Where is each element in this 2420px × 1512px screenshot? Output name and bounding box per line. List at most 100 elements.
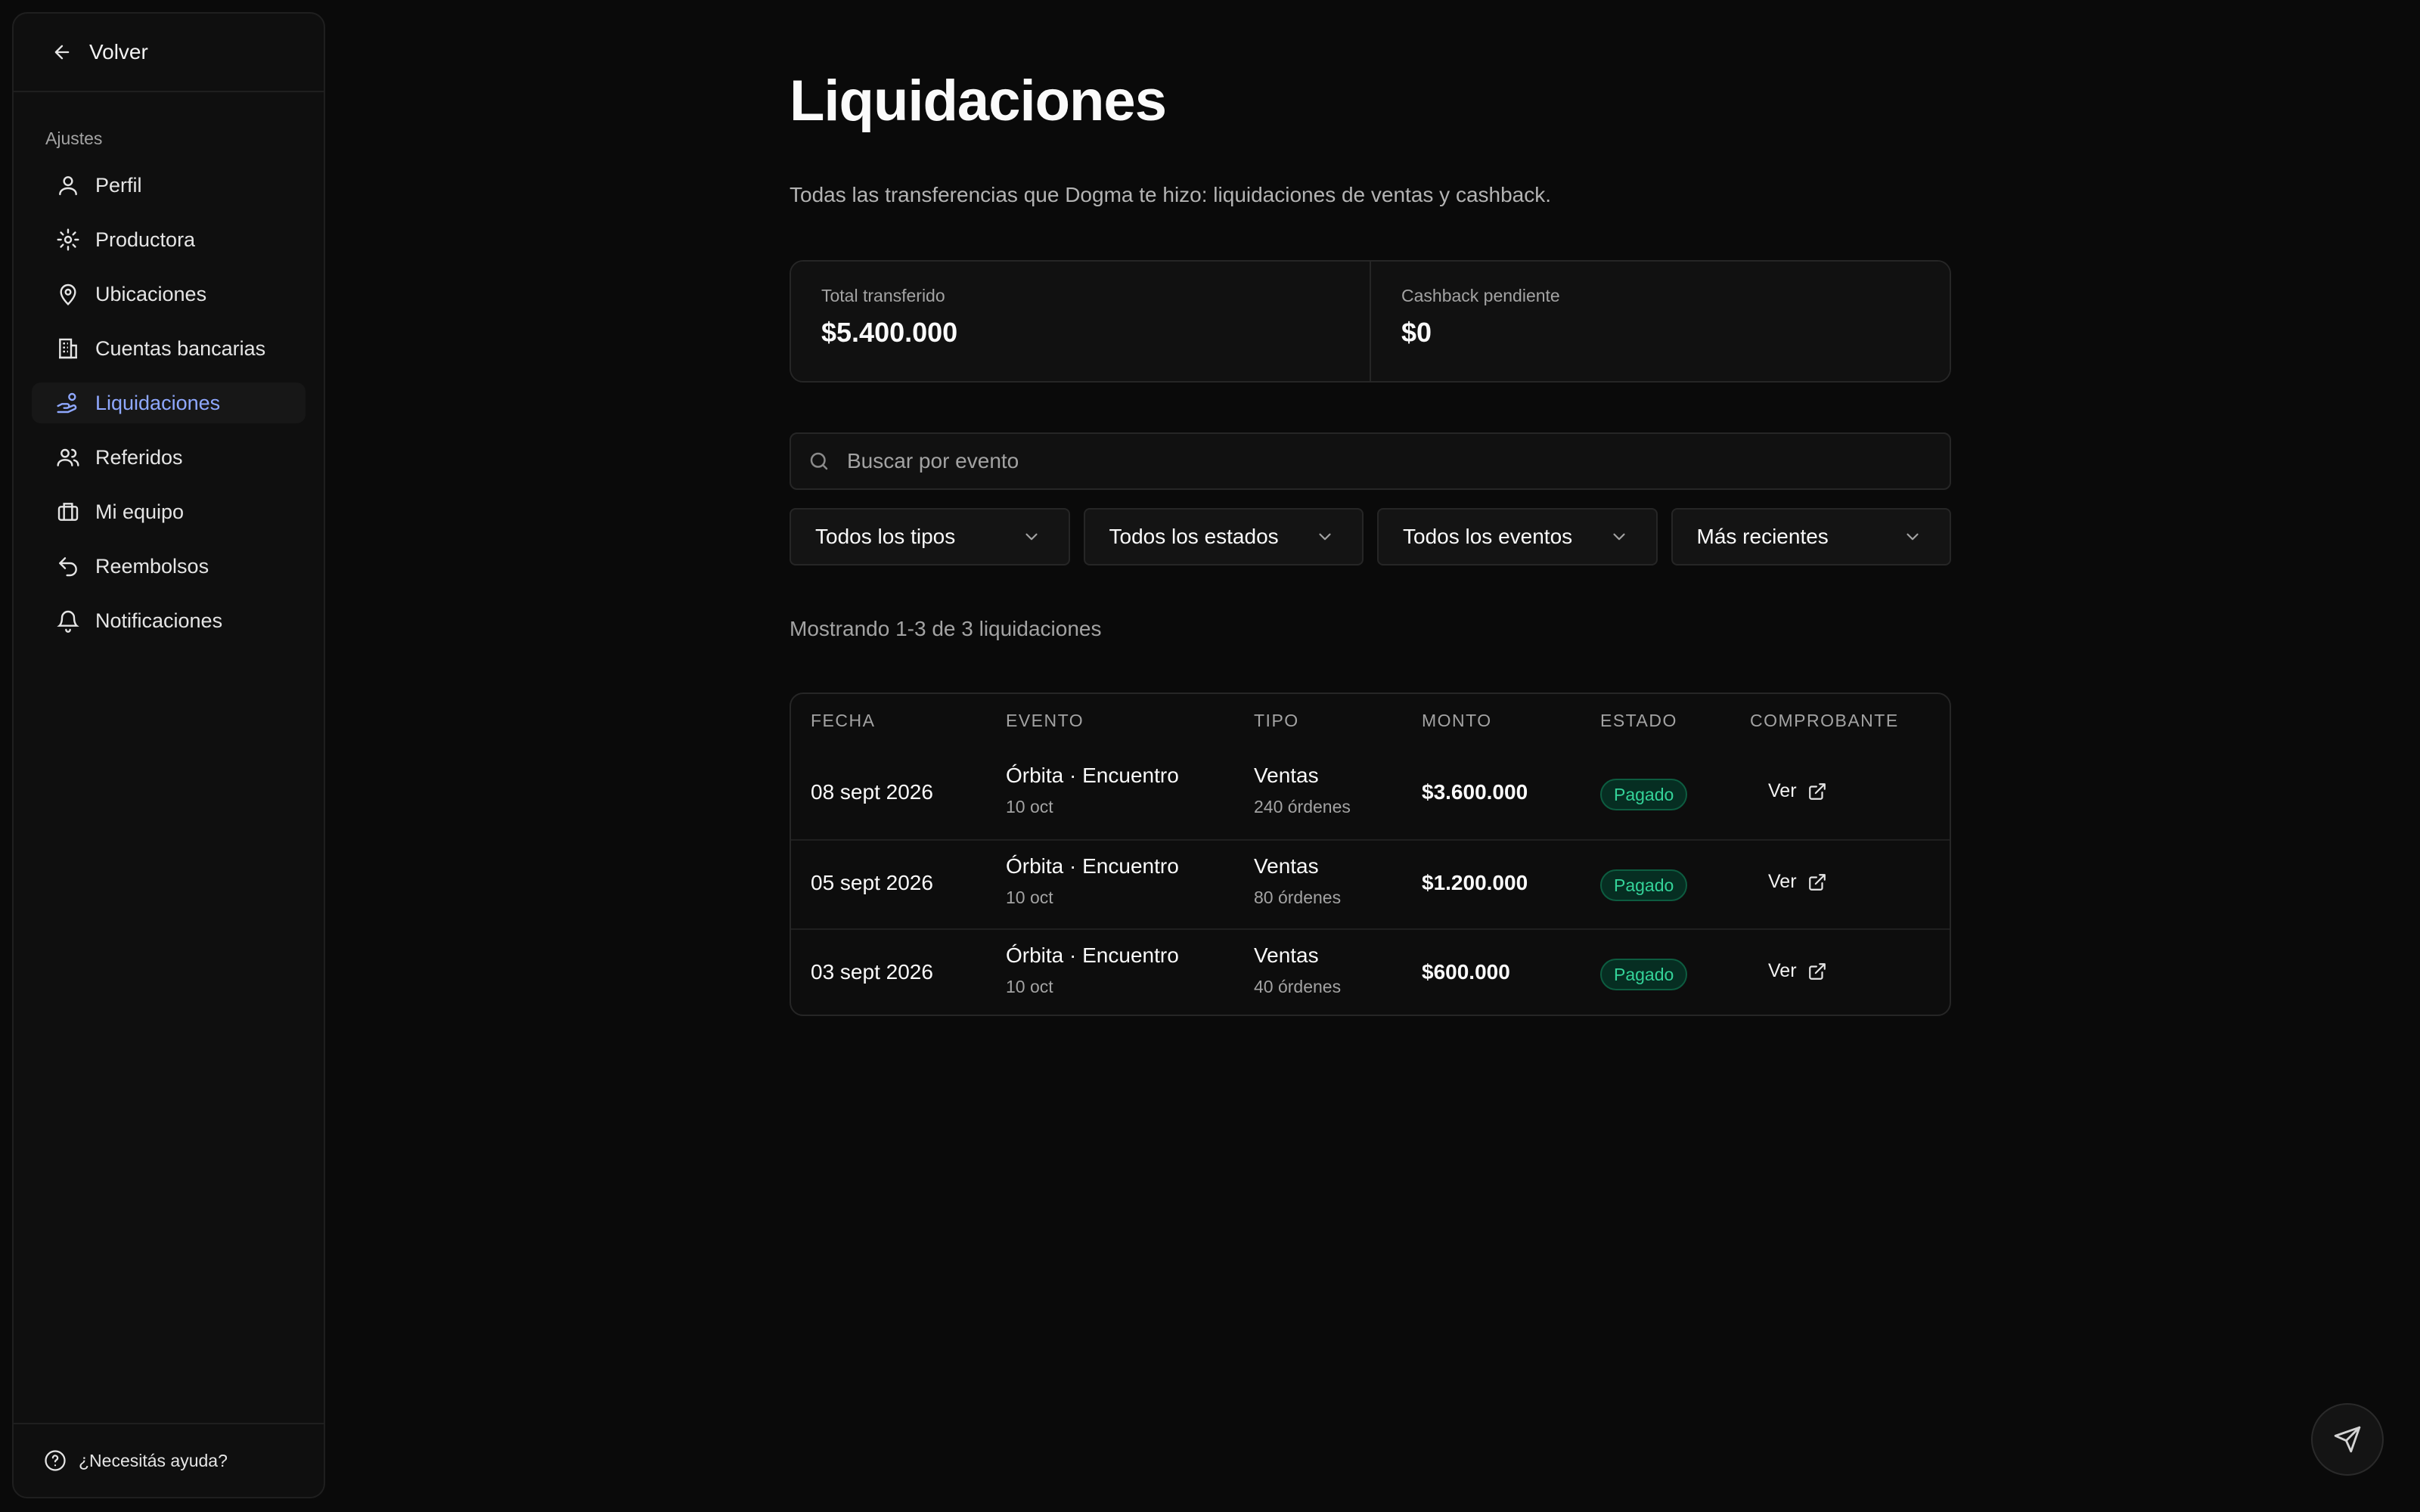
external-link-icon [1808, 873, 1826, 891]
gear-icon [57, 228, 79, 251]
row-type: Ventas [1254, 854, 1319, 878]
external-link-icon [1808, 962, 1826, 980]
filter-tipo-select[interactable]: Todos los tipos [790, 508, 1070, 565]
search-box [790, 432, 1951, 490]
building-icon [59, 338, 77, 359]
view-receipt-link[interactable]: Ver [1768, 871, 1827, 893]
stat-label: Total transferido [821, 286, 945, 305]
row-event-date: 10 oct [1006, 888, 1053, 907]
back-button[interactable]: Volver [14, 14, 324, 92]
row-event: Órbita · Encuentro [1006, 854, 1179, 878]
arrow-left-icon [54, 45, 70, 60]
chevron-down-icon [1907, 533, 1919, 541]
sidebar-item-cuentas-bancarias[interactable]: Cuentas bancarias [32, 328, 306, 369]
sidebar-item-label: Referidos [95, 445, 183, 469]
briefcase-icon [57, 503, 79, 521]
settings-nav: Perfil Productora Ubicaciones Cuentas ba… [14, 165, 324, 641]
sidebar-item-productora[interactable]: Productora [32, 219, 306, 260]
row-event: Órbita · Encuentro [1006, 943, 1179, 967]
sidebar-item-reembolsos[interactable]: Reembolsos [32, 546, 306, 587]
bell-icon [57, 610, 79, 633]
header-estado: ESTADO [1600, 711, 1677, 730]
filter-evento-select[interactable]: Todos los eventos [1377, 508, 1658, 565]
header-monto: MONTO [1422, 711, 1492, 730]
sidebar-item-label: Notificaciones [95, 609, 223, 632]
view-receipt-link[interactable]: Ver [1768, 960, 1827, 982]
help-link[interactable]: ¿Necesitás ayuda? [14, 1423, 324, 1497]
table-row: 03 sept 2026 Órbita · Encuentro 10 oct V… [791, 928, 1950, 1015]
section-label: Ajustes [45, 129, 103, 148]
send-icon [2334, 1426, 2361, 1453]
sidebar-item-label: Liquidaciones [95, 391, 221, 414]
user-icon [59, 176, 77, 196]
filter-label: Todos los estados [1109, 525, 1279, 548]
sidebar: Volver Ajustes Perfil Productora Ubicaci… [12, 12, 325, 1498]
view-receipt-label: Ver [1768, 871, 1797, 892]
stat-value: $5.400.000 [821, 317, 958, 348]
search-icon [810, 452, 828, 470]
map-pin-icon [60, 284, 76, 305]
row-orders: 40 órdenes [1254, 977, 1342, 996]
filters-bar: Todos los tipos Todos los estados Todos … [790, 508, 1951, 565]
filter-label: Todos los eventos [1403, 525, 1573, 548]
sidebar-item-referidos[interactable]: Referidos [32, 437, 306, 478]
stat-cashback-pendiente: Cashback pendiente $0 [1370, 262, 1950, 381]
stat-value: $0 [1401, 317, 1432, 348]
page-subtitle: Todas las transferencias que Dogma te hi… [790, 183, 1552, 206]
row-orders: 80 órdenes [1254, 888, 1342, 907]
back-label: Volver [89, 40, 148, 64]
sidebar-item-label: Ubicaciones [95, 282, 207, 305]
hand-coins-icon [57, 392, 77, 414]
search-input[interactable] [847, 449, 1906, 473]
row-amount: $3.600.000 [1422, 780, 1528, 804]
sidebar-item-liquidaciones[interactable]: Liquidaciones [32, 383, 306, 423]
help-circle-icon [45, 1450, 66, 1471]
row-amount: $600.000 [1422, 960, 1510, 984]
status-badge: Pagado [1600, 869, 1688, 901]
row-event-date: 10 oct [1006, 797, 1053, 816]
stat-label: Cashback pendiente [1401, 286, 1560, 305]
header-tipo: TIPO [1254, 711, 1299, 730]
chevron-down-icon [1319, 533, 1331, 541]
row-date: 05 sept 2026 [811, 871, 933, 894]
sidebar-item-label: Mi equipo [95, 500, 185, 523]
table-row: 08 sept 2026 Órbita · Encuentro 10 oct V… [791, 750, 1950, 839]
external-link-icon [1808, 782, 1826, 800]
sidebar-item-label: Reembolsos [95, 554, 209, 578]
row-date: 08 sept 2026 [811, 780, 933, 804]
row-amount: $1.200.000 [1422, 871, 1528, 894]
filter-label: Más recientes [1696, 525, 1829, 548]
feedback-button[interactable] [2311, 1403, 2384, 1476]
undo-icon [59, 557, 77, 577]
view-receipt-link[interactable]: Ver [1768, 780, 1827, 802]
sidebar-item-ubicaciones[interactable]: Ubicaciones [32, 274, 306, 314]
filter-estado-select[interactable]: Todos los estados [1083, 508, 1364, 565]
header-fecha: FECHA [811, 711, 876, 730]
row-event: Órbita · Encuentro [1006, 764, 1179, 787]
sidebar-item-label: Perfil [95, 173, 142, 197]
sidebar-item-mi-equipo[interactable]: Mi equipo [32, 491, 306, 532]
users-icon [57, 448, 79, 466]
table-header: FECHA EVENTO TIPO MONTO ESTADO COMPROBAN… [791, 694, 1950, 750]
stat-total-transferido: Total transferido $5.400.000 [791, 262, 1370, 381]
chevron-down-icon [1612, 533, 1625, 541]
chevron-down-icon [1025, 533, 1038, 541]
status-badge: Pagado [1600, 779, 1688, 810]
header-comprobante: COMPROBANTE [1750, 711, 1899, 730]
sidebar-item-perfil[interactable]: Perfil [32, 165, 306, 206]
sidebar-item-notificaciones[interactable]: Notificaciones [32, 600, 306, 641]
row-date: 03 sept 2026 [811, 960, 933, 984]
sidebar-item-label: Cuentas bancarias [95, 336, 266, 360]
results-count: Mostrando 1-3 de 3 liquidaciones [790, 617, 1102, 640]
view-receipt-label: Ver [1768, 960, 1797, 981]
stats-card: Total transferido $5.400.000 Cashback pe… [790, 260, 1951, 383]
filter-label: Todos los tipos [815, 525, 956, 548]
view-receipt-label: Ver [1768, 780, 1797, 801]
status-badge: Pagado [1600, 959, 1688, 990]
row-orders: 240 órdenes [1254, 797, 1351, 816]
page-title: Liquidaciones [790, 69, 1167, 133]
payouts-table: FECHA EVENTO TIPO MONTO ESTADO COMPROBAN… [790, 692, 1951, 1016]
sort-select[interactable]: Más recientes [1671, 508, 1951, 565]
row-type: Ventas [1254, 943, 1319, 967]
header-evento: EVENTO [1006, 711, 1084, 730]
